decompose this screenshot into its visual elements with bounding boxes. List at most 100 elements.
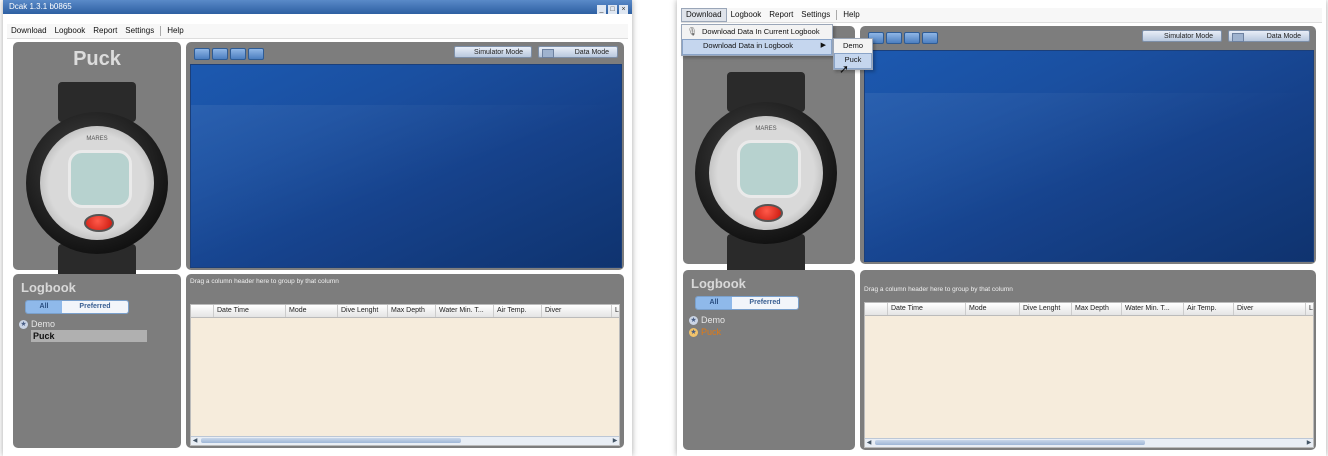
column-date-time[interactable]: Date Time bbox=[213, 305, 285, 317]
mouse-cursor-icon: ➚ bbox=[839, 62, 850, 76]
column-mode[interactable]: Mode bbox=[965, 303, 1019, 315]
data-mode-label: Data Mode bbox=[574, 49, 609, 56]
column-max-depth[interactable]: Max Depth bbox=[1071, 303, 1121, 315]
scroll-thumb[interactable] bbox=[201, 438, 461, 443]
scroll-left-icon[interactable]: ◀ bbox=[191, 437, 199, 445]
simulator-mode-button[interactable]: Simulator Mode bbox=[454, 46, 532, 58]
menu-help[interactable]: Help bbox=[839, 8, 863, 22]
device-panel: Puck MARES bbox=[13, 42, 181, 284]
column-date-time[interactable]: Date Time bbox=[887, 303, 965, 315]
menu-logbook[interactable]: Logbook bbox=[727, 8, 766, 22]
device-panel: MARES bbox=[683, 26, 855, 274]
column-diver[interactable]: Diver bbox=[1233, 303, 1305, 315]
watch-brand: MARES bbox=[755, 126, 777, 132]
window-controls: _ □ × bbox=[595, 2, 628, 16]
logbook-filter: All Preferred bbox=[695, 296, 799, 310]
menu-help[interactable]: Help bbox=[163, 24, 187, 38]
toolbar-button-3[interactable] bbox=[230, 48, 246, 60]
close-button[interactable]: × bbox=[619, 5, 628, 14]
submenu-arrow-icon: ▶ bbox=[820, 42, 826, 49]
submenu-item-demo[interactable]: Demo bbox=[834, 39, 872, 53]
column-diver[interactable]: Diver bbox=[541, 305, 611, 317]
scroll-right-icon[interactable]: ▶ bbox=[1305, 439, 1313, 447]
menu-logbook[interactable]: Logbook bbox=[51, 24, 90, 38]
column-mode[interactable]: Mode bbox=[285, 305, 337, 317]
maximize-button[interactable]: □ bbox=[608, 5, 617, 14]
dive-list-panel: Drag a column header here to group by th… bbox=[860, 270, 1316, 450]
star-icon: ★ bbox=[689, 316, 698, 326]
logbook-title: Logbook bbox=[691, 276, 746, 291]
column-max-depth[interactable]: Max Depth bbox=[387, 305, 435, 317]
simulator-mode-label: Simulator Mode bbox=[473, 49, 523, 56]
grid-header: Date Time Mode Dive Lenght Max Depth Wat… bbox=[865, 303, 1313, 316]
watch-button[interactable] bbox=[753, 204, 783, 222]
column-water-min-temp[interactable]: Water Min. T... bbox=[1121, 303, 1183, 315]
logbook-item-puck[interactable]: Puck bbox=[19, 330, 147, 342]
menu-settings[interactable]: Settings bbox=[797, 8, 834, 22]
data-mode-button[interactable]: Data Mode bbox=[538, 46, 618, 58]
filter-preferred-button[interactable]: Preferred bbox=[732, 297, 798, 309]
column-air-temp[interactable]: Air Temp. bbox=[1183, 303, 1233, 315]
menu-report[interactable]: Report bbox=[89, 24, 121, 38]
logbook-item-label: Puck bbox=[701, 327, 722, 337]
logbook-item-puck[interactable]: ★ Puck bbox=[689, 326, 725, 338]
filter-preferred-button[interactable]: Preferred bbox=[62, 301, 128, 313]
device-image: MARES bbox=[695, 72, 837, 274]
column-location[interactable]: Lo bbox=[611, 305, 619, 317]
title-bar: Dcak 1.3.1 b0865 _ □ × bbox=[3, 0, 632, 14]
logbook-panel: Logbook All Preferred ★ Demo ★ Puck bbox=[683, 270, 855, 450]
menu-report[interactable]: Report bbox=[765, 8, 797, 22]
minimize-button[interactable]: _ bbox=[597, 5, 606, 14]
window-title: Dcak 1.3.1 b0865 bbox=[9, 2, 72, 11]
group-by-hint: Drag a column header here to group by th… bbox=[864, 286, 1013, 293]
menu-item-label: Download Data In Current Logbook bbox=[702, 27, 820, 36]
column-air-temp[interactable]: Air Temp. bbox=[493, 305, 541, 317]
toolbar-button-2[interactable] bbox=[886, 32, 902, 44]
data-mode-label: Data Mode bbox=[1266, 33, 1301, 40]
watch-button[interactable] bbox=[84, 214, 114, 232]
column-dive-length[interactable]: Dive Lenght bbox=[1019, 303, 1071, 315]
menu-download[interactable]: Download bbox=[7, 24, 51, 38]
watch-lcd bbox=[737, 140, 801, 198]
data-mode-button[interactable]: Data Mode bbox=[1228, 30, 1310, 42]
grid-horizontal-scrollbar[interactable]: ◀ ▶ bbox=[191, 436, 619, 445]
toolbar-button-4[interactable] bbox=[922, 32, 938, 44]
menu-item-download-in-logbook[interactable]: Download Data in Logbook ▶ bbox=[682, 39, 832, 55]
grid-header: Date Time Mode Dive Lenght Max Depth Wat… bbox=[191, 305, 619, 318]
scroll-right-icon[interactable]: ▶ bbox=[611, 437, 619, 445]
scroll-thumb[interactable] bbox=[875, 440, 1145, 445]
column-water-min-temp[interactable]: Water Min. T... bbox=[435, 305, 493, 317]
dive-view-panel: Simulator Mode Data Mode bbox=[860, 26, 1316, 264]
logbook-title: Logbook bbox=[21, 280, 76, 295]
dive-grid: Date Time Mode Dive Lenght Max Depth Wat… bbox=[864, 302, 1314, 448]
toolbar-button-3[interactable] bbox=[904, 32, 920, 44]
menu-item-download-current[interactable]: 🎙 Download Data In Current Logbook bbox=[682, 25, 832, 39]
star-icon: ★ bbox=[689, 328, 698, 338]
dive-viewport[interactable] bbox=[864, 50, 1314, 262]
simulator-mode-button[interactable]: Simulator Mode bbox=[1142, 30, 1222, 42]
menu-settings[interactable]: Settings bbox=[121, 24, 158, 38]
dive-viewport[interactable] bbox=[190, 64, 622, 268]
toolbar-button-1[interactable] bbox=[194, 48, 210, 60]
column-location[interactable]: Lo bbox=[1305, 303, 1313, 315]
scroll-left-icon[interactable]: ◀ bbox=[865, 439, 873, 447]
logbook-item-demo[interactable]: ★ Demo bbox=[689, 314, 725, 326]
toolbar-button-2[interactable] bbox=[212, 48, 228, 60]
filter-all-button[interactable]: All bbox=[696, 297, 732, 309]
simulator-mode-label: Simulator Mode bbox=[1163, 33, 1213, 40]
logbook-item-demo[interactable]: ★ Demo bbox=[19, 318, 147, 330]
view-toolbar bbox=[868, 32, 940, 46]
app-window-download: Download Logbook Report Settings Help MARES … bbox=[677, 0, 1326, 456]
grid-horizontal-scrollbar[interactable]: ◀ ▶ bbox=[865, 438, 1313, 447]
logbook-tree: ★ Demo Puck bbox=[19, 318, 147, 342]
column-dive-length[interactable]: Dive Lenght bbox=[337, 305, 387, 317]
toolbar-button-4[interactable] bbox=[248, 48, 264, 60]
menu-item-label: Download Data in Logbook bbox=[703, 41, 794, 50]
logbook-filter: All Preferred bbox=[25, 300, 129, 314]
menu-download[interactable]: Download bbox=[681, 8, 727, 22]
menu-bar: Download Logbook Report Settings Help bbox=[7, 24, 628, 39]
filter-all-button[interactable]: All bbox=[26, 301, 62, 313]
app-window-main: Dcak 1.3.1 b0865 _ □ × Download Logbook Repo… bbox=[3, 0, 632, 456]
watch-ring: MARES bbox=[709, 116, 823, 230]
device-image: MARES bbox=[26, 82, 168, 284]
